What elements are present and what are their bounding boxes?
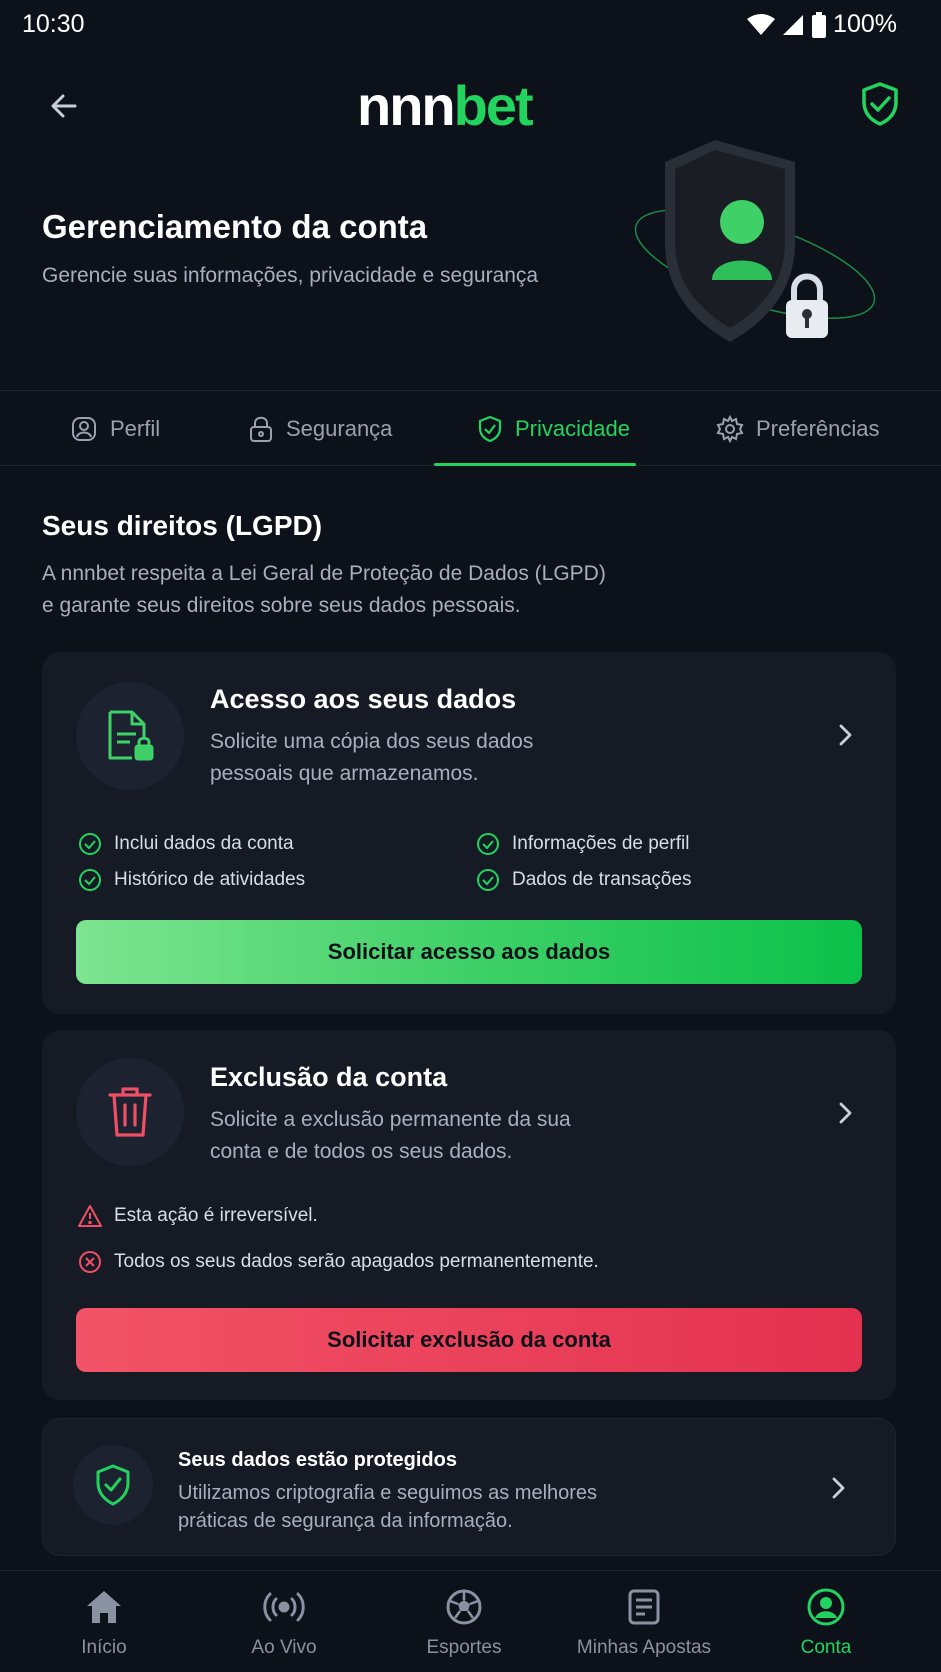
card-title: Exclusão da conta xyxy=(210,1062,448,1092)
request-account-deletion-button[interactable]: Solicitar exclusão da conta xyxy=(76,1308,862,1372)
page-subtitle: Gerencie suas informações, privacidade e… xyxy=(42,264,539,287)
nav-minhas-apostas[interactable]: Minhas Apostas xyxy=(554,1571,734,1672)
gear-icon xyxy=(716,415,744,443)
nav-esportes[interactable]: Esportes xyxy=(374,1571,554,1672)
section-desc-line: e garante seus direitos sobre seus dados… xyxy=(42,594,521,617)
shield-lock-illustration xyxy=(634,140,876,342)
card-desc-line: pessoais que armazenamos. xyxy=(210,762,479,785)
shield-check-icon[interactable] xyxy=(856,80,904,128)
shield-check-icon xyxy=(96,1464,130,1506)
warning-item: Todos os seus dados serão apagados perma… xyxy=(78,1250,599,1274)
nav-label: Minhas Apostas xyxy=(576,1637,712,1658)
check-item: Informações de perfil xyxy=(476,832,689,856)
card-desc-line: práticas de segurança da informação. xyxy=(178,1510,513,1532)
data-access-card[interactable]: Acesso aos seus dados Solicite uma cópia… xyxy=(42,652,896,1014)
bottom-navigation: Início Ao Vivo Esportes Minhas Apostas C… xyxy=(0,1570,941,1672)
signal-icon xyxy=(783,14,804,35)
trash-icon-circle xyxy=(76,1058,184,1166)
nav-label: Conta xyxy=(800,1637,852,1658)
live-icon xyxy=(263,1592,305,1622)
card-description: Utilizamos criptografia e seguimos as me… xyxy=(178,1479,698,1535)
card-desc-line: Utilizamos criptografia e seguimos as me… xyxy=(178,1482,598,1504)
shield-check-icon xyxy=(478,415,502,443)
section-description: A nnnbet respeita a Lei Geral de Proteçã… xyxy=(42,558,682,622)
card-desc-line: Solicite uma cópia dos seus dados xyxy=(210,730,534,753)
account-icon xyxy=(807,1588,845,1626)
tab-privacidade[interactable]: Privacidade xyxy=(477,391,630,467)
tab-label: Segurança xyxy=(286,416,393,441)
arrow-left-icon xyxy=(51,94,77,118)
check-circle-icon xyxy=(79,869,101,891)
section-title: Seus direitos (LGPD) xyxy=(42,510,323,541)
back-button[interactable] xyxy=(40,82,88,130)
section-desc-line: A nnnbet respeita a Lei Geral de Proteçã… xyxy=(42,562,606,585)
chevron-right-icon[interactable] xyxy=(830,720,860,750)
page-title: Gerenciamento da conta xyxy=(42,208,428,245)
logo-part-1: nnn xyxy=(357,74,456,137)
home-icon xyxy=(87,1591,121,1623)
tab-active-indicator xyxy=(434,463,636,466)
check-circle-icon xyxy=(79,833,101,855)
status-icons: 100% xyxy=(747,10,897,39)
warning-text: Esta ação é irreversível. xyxy=(114,1205,318,1226)
nav-label: Esportes xyxy=(426,1637,502,1658)
battery-level: 100% xyxy=(833,10,897,38)
card-desc-line: Solicite a exclusão permanente da sua xyxy=(210,1108,571,1131)
wifi-icon xyxy=(747,13,776,35)
user-icon xyxy=(72,417,96,441)
warning-item: Esta ação é irreversível. xyxy=(78,1204,318,1228)
bet-slip-icon xyxy=(628,1589,660,1625)
lock-icon xyxy=(250,416,272,442)
tab-perfil[interactable]: Perfil xyxy=(70,391,160,467)
check-circle-icon xyxy=(477,833,499,855)
card-description: Solicite a exclusão permanente da sua co… xyxy=(210,1104,610,1168)
tab-label: Preferências xyxy=(756,416,880,441)
tab-bar: Perfil Segurança Privacidade Preferência… xyxy=(0,390,941,466)
nav-inicio[interactable]: Início xyxy=(14,1571,194,1672)
nav-label: Início xyxy=(81,1637,127,1658)
chevron-right-icon[interactable] xyxy=(830,1098,860,1128)
check-circle-icon xyxy=(477,869,499,891)
tab-preferencias[interactable]: Preferências xyxy=(716,391,880,467)
document-lock-icon xyxy=(108,710,154,761)
card-title: Seus dados estão protegidos xyxy=(178,1449,457,1471)
nav-conta[interactable]: Conta xyxy=(736,1571,916,1672)
card-title: Acesso aos seus dados xyxy=(210,684,517,714)
check-item-label: Informações de perfil xyxy=(512,833,690,854)
tab-seguranca[interactable]: Segurança xyxy=(248,391,392,467)
card-description: Solicite uma cópia dos seus dados pessoa… xyxy=(210,726,610,790)
card-desc-line: conta e de todos os seus dados. xyxy=(210,1140,513,1163)
check-item: Inclui dados da conta xyxy=(78,832,294,856)
check-item: Histórico de atividades xyxy=(78,868,305,892)
battery-icon xyxy=(812,11,827,38)
request-data-access-button[interactable]: Solicitar acesso aos dados xyxy=(76,920,862,984)
x-circle-icon xyxy=(79,1251,101,1273)
data-protection-card[interactable]: Seus dados estão protegidos Utilizamos c… xyxy=(42,1418,896,1556)
tab-label: Perfil xyxy=(110,416,161,441)
soccer-ball-icon xyxy=(446,1589,482,1625)
shield-icon-circle xyxy=(73,1445,153,1525)
logo-part-2: bet xyxy=(453,74,534,137)
check-item-label: Histórico de atividades xyxy=(114,869,306,890)
status-bar: 10:30 100% xyxy=(0,0,941,48)
trash-icon xyxy=(108,1087,152,1137)
check-item-label: Dados de transações xyxy=(512,869,692,890)
warning-text: Todos os seus dados serão apagados perma… xyxy=(114,1251,599,1272)
document-lock-icon-circle xyxy=(76,682,184,790)
tab-label: Privacidade xyxy=(515,416,630,441)
nav-ao-vivo[interactable]: Ao Vivo xyxy=(194,1571,374,1672)
warning-triangle-icon xyxy=(78,1205,102,1227)
brand-logo: nnnbet xyxy=(357,74,534,138)
account-deletion-card[interactable]: Exclusão da conta Solicite a exclusão pe… xyxy=(42,1030,896,1400)
check-item: Dados de transações xyxy=(476,868,692,892)
nav-label: Ao Vivo xyxy=(251,1637,317,1658)
status-time: 10:30 xyxy=(22,10,85,38)
check-item-label: Inclui dados da conta xyxy=(114,833,294,854)
chevron-right-icon[interactable] xyxy=(823,1473,853,1503)
